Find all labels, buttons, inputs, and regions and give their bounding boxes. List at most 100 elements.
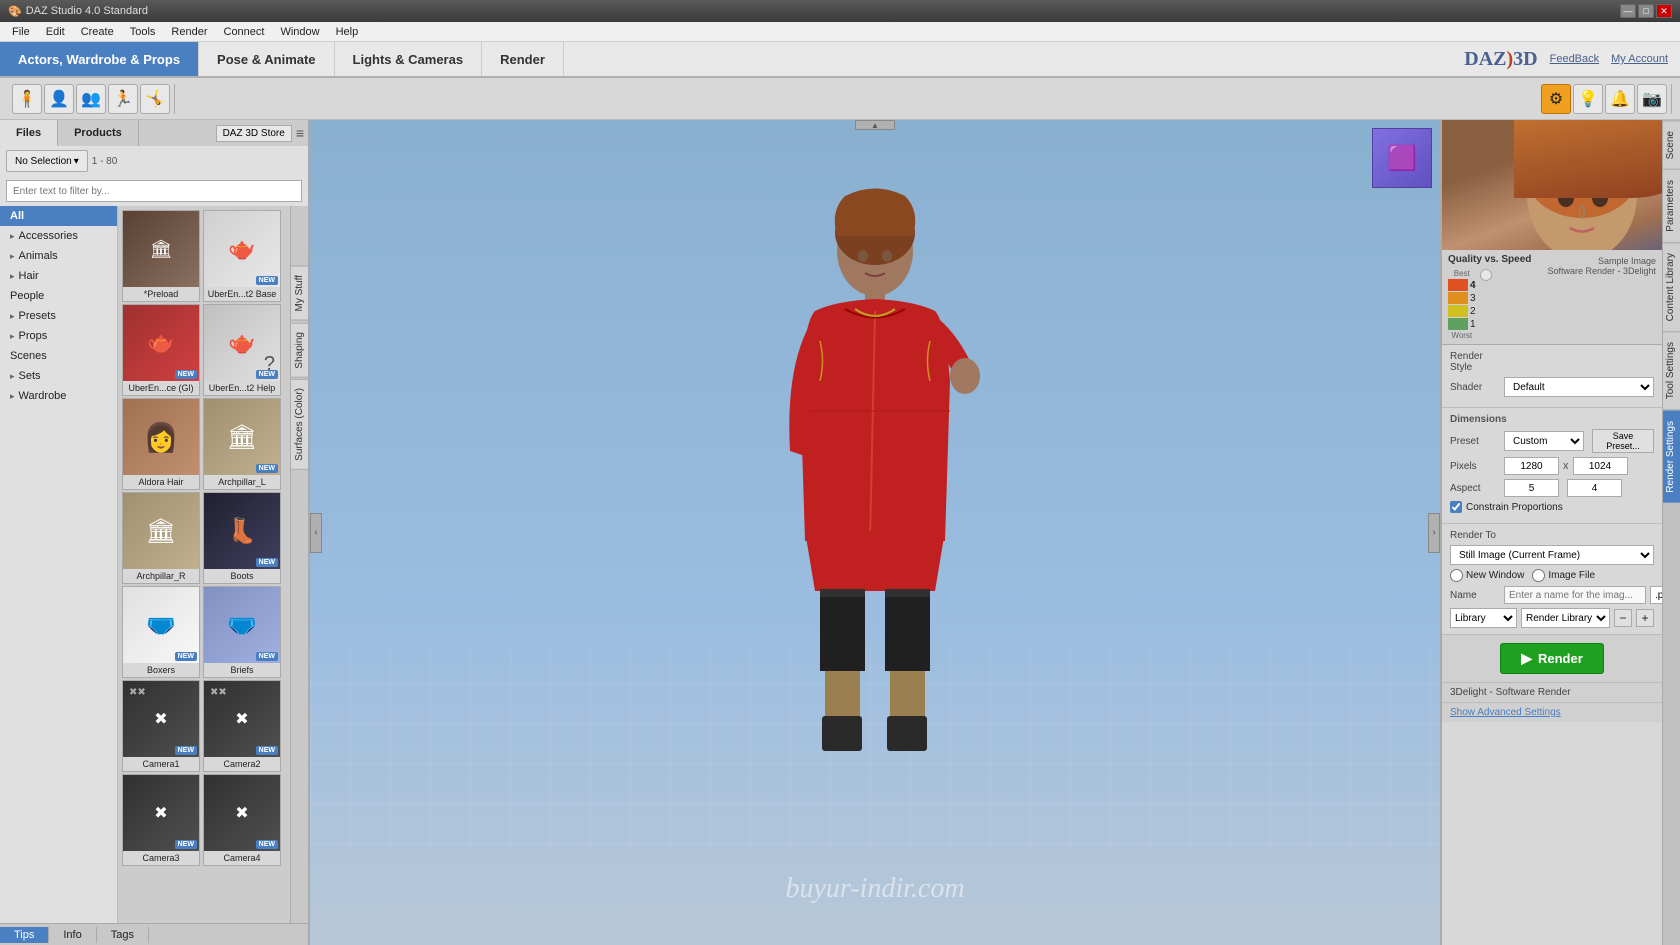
toolbar-btn-figure4[interactable]: 🏃 xyxy=(108,84,138,114)
shader-select[interactable]: Default xyxy=(1504,377,1654,397)
tab-products[interactable]: Products xyxy=(58,120,139,146)
tab-pose[interactable]: Pose & Animate xyxy=(199,42,335,76)
menu-tools[interactable]: Tools xyxy=(122,24,164,40)
bot-tab-tags[interactable]: Tags xyxy=(97,927,149,943)
orientation-cube[interactable]: 🟪 xyxy=(1372,128,1432,188)
thumb-camera4[interactable]: ✖ NEW Camera4 xyxy=(203,774,281,866)
thumb-briefs[interactable]: 🩲 NEW Briefs xyxy=(203,586,281,678)
quality-worst-label: Worst xyxy=(1451,331,1472,340)
side-tab-mystuff[interactable]: My Stuff xyxy=(290,266,308,321)
thumb-preload[interactable]: 🏛 *Preload xyxy=(122,210,200,302)
toolbar-btn-bell[interactable]: 🔔 xyxy=(1605,84,1635,114)
tree-item-all[interactable]: All xyxy=(0,206,117,226)
pixels-height-input[interactable] xyxy=(1573,457,1628,475)
thumb-archpillar-l[interactable]: 🏛 NEW Archpillar_L xyxy=(203,398,281,490)
menu-file[interactable]: File xyxy=(4,24,38,40)
thumb-uberen-t2help[interactable]: 🫖 ? NEW UberEn...t2 Help xyxy=(203,304,281,396)
right-collapse-button[interactable]: › xyxy=(1428,513,1440,553)
menu-edit[interactable]: Edit xyxy=(38,24,73,40)
render-to-select[interactable]: Still Image (Current Frame) xyxy=(1450,545,1654,565)
viewport-cube[interactable]: 🟪 xyxy=(1372,128,1432,188)
tree-item-hair[interactable]: ▸Hair xyxy=(0,266,117,286)
feedback-link[interactable]: FeedBack xyxy=(1550,53,1600,65)
tab-files[interactable]: Files xyxy=(0,120,58,146)
tree-item-animals[interactable]: ▸Animals xyxy=(0,246,117,266)
filename-input[interactable] xyxy=(1504,586,1646,604)
window-controls[interactable]: — □ ✕ xyxy=(1620,4,1672,18)
aspect-width-input[interactable] xyxy=(1504,479,1559,497)
menu-connect[interactable]: Connect xyxy=(216,24,273,40)
daz-store-button[interactable]: DAZ 3D Store xyxy=(216,125,292,142)
maximize-button[interactable]: □ xyxy=(1638,4,1654,18)
lib-btn-plus[interactable]: + xyxy=(1636,609,1654,627)
save-preset-button[interactable]: Save Preset... xyxy=(1592,429,1654,453)
menu-window[interactable]: Window xyxy=(272,24,327,40)
toolbar-btn-figure3[interactable]: 👥 xyxy=(76,84,106,114)
tree-item-scenes[interactable]: Scenes xyxy=(0,346,117,366)
show-advanced-settings[interactable]: Show Advanced Settings xyxy=(1442,702,1662,722)
tree-item-sets[interactable]: ▸Sets xyxy=(0,366,117,386)
aspect-height-input[interactable] xyxy=(1567,479,1622,497)
vert-tab-scene[interactable]: Scene xyxy=(1663,120,1680,169)
toolbar-btn-render-active[interactable]: ⚙ xyxy=(1541,84,1571,114)
library-select[interactable]: Library xyxy=(1450,608,1517,628)
thumb-aldora-hair[interactable]: 👩 Aldora Hair xyxy=(122,398,200,490)
vert-tab-tool-settings[interactable]: Tool Settings xyxy=(1663,331,1680,409)
toolbar-btn-figure2[interactable]: 👤 xyxy=(44,84,74,114)
myaccount-link[interactable]: My Account xyxy=(1611,53,1668,65)
left-panel-options[interactable]: ≡ xyxy=(296,125,304,141)
toolbar-btn-camera[interactable]: 📷 xyxy=(1637,84,1667,114)
filter-input[interactable] xyxy=(6,180,302,202)
app-icon: 🎨 xyxy=(8,5,22,18)
tab-actors[interactable]: Actors, Wardrobe & Props xyxy=(0,42,199,76)
render-button-row: ▶ Render xyxy=(1442,635,1662,682)
thumb-camera2[interactable]: ✖ ✖✖ NEW Camera2 xyxy=(203,680,281,772)
tree-item-presets[interactable]: ▸Presets xyxy=(0,306,117,326)
new-window-radio[interactable] xyxy=(1450,569,1463,582)
tab-render[interactable]: Render xyxy=(482,42,564,76)
vert-tab-render-settings[interactable]: Render Settings xyxy=(1663,410,1680,503)
menu-render[interactable]: Render xyxy=(163,24,215,40)
lib-btn-minus[interactable]: − xyxy=(1614,609,1632,627)
bot-tab-tips[interactable]: Tips xyxy=(0,927,49,943)
quality-bar-4 xyxy=(1448,279,1468,291)
thumb-camera1[interactable]: ✖ ✖✖ NEW Camera1 xyxy=(122,680,200,772)
tab-lights[interactable]: Lights & Cameras xyxy=(335,42,483,76)
top-collapse-button[interactable]: ▲ xyxy=(855,120,895,130)
thumb-boots[interactable]: 👢 NEW Boots xyxy=(203,492,281,584)
tree-item-people[interactable]: People xyxy=(0,286,117,306)
image-file-radio[interactable] xyxy=(1532,569,1545,582)
close-button[interactable]: ✕ xyxy=(1656,4,1672,18)
side-tab-surfaces[interactable]: Surfaces (Color) xyxy=(290,379,308,470)
thumb-boxers[interactable]: 🩲 NEW Boxers xyxy=(122,586,200,678)
quality-indicator[interactable] xyxy=(1480,269,1492,281)
minimize-button[interactable]: — xyxy=(1620,4,1636,18)
preset-select[interactable]: Custom xyxy=(1504,431,1584,451)
thumb-uberen-gl[interactable]: 🫖 NEW UberEn...ce (Gl) xyxy=(122,304,200,396)
vert-tab-content-library[interactable]: Content Library xyxy=(1663,242,1680,331)
no-selection-button[interactable]: No Selection ▾ xyxy=(6,150,88,172)
toolbar-btn-figure1[interactable]: 🧍 xyxy=(12,84,42,114)
tree-item-wardrobe[interactable]: ▸Wardrobe xyxy=(0,386,117,406)
menu-create[interactable]: Create xyxy=(73,24,122,40)
tree-item-accessories[interactable]: ▸Accessories xyxy=(0,226,117,246)
quality-best-label: Best xyxy=(1454,269,1470,278)
thumb-archpillar-r[interactable]: 🏛 Archpillar_R xyxy=(122,492,200,584)
tree-item-props[interactable]: ▸Props xyxy=(0,326,117,346)
thumb-camera3[interactable]: ✖ NEW Camera3 xyxy=(122,774,200,866)
thumb-row-3: 👩 Aldora Hair 🏛 NEW Archpillar_L xyxy=(122,398,286,490)
bot-tab-info[interactable]: Info xyxy=(49,927,96,943)
render-button[interactable]: ▶ Render xyxy=(1500,643,1604,674)
left-collapse-button[interactable]: ‹ xyxy=(310,513,322,553)
preset-label: Preset xyxy=(1450,436,1500,447)
pixels-width-input[interactable] xyxy=(1504,457,1559,475)
menu-help[interactable]: Help xyxy=(328,24,367,40)
thumb-uberen-t2base[interactable]: 🫖 NEW UberEn...t2 Base xyxy=(203,210,281,302)
vert-tab-parameters[interactable]: Parameters xyxy=(1663,169,1680,242)
format-select[interactable]: .png .jpg xyxy=(1650,586,1662,604)
constrain-proportions-checkbox[interactable] xyxy=(1450,501,1462,513)
toolbar-btn-light[interactable]: 💡 xyxy=(1573,84,1603,114)
toolbar-btn-figure5[interactable]: 🤸 xyxy=(140,84,170,114)
render-library-select[interactable]: Render Library xyxy=(1521,608,1610,628)
side-tab-shaping[interactable]: Shaping xyxy=(290,323,308,378)
